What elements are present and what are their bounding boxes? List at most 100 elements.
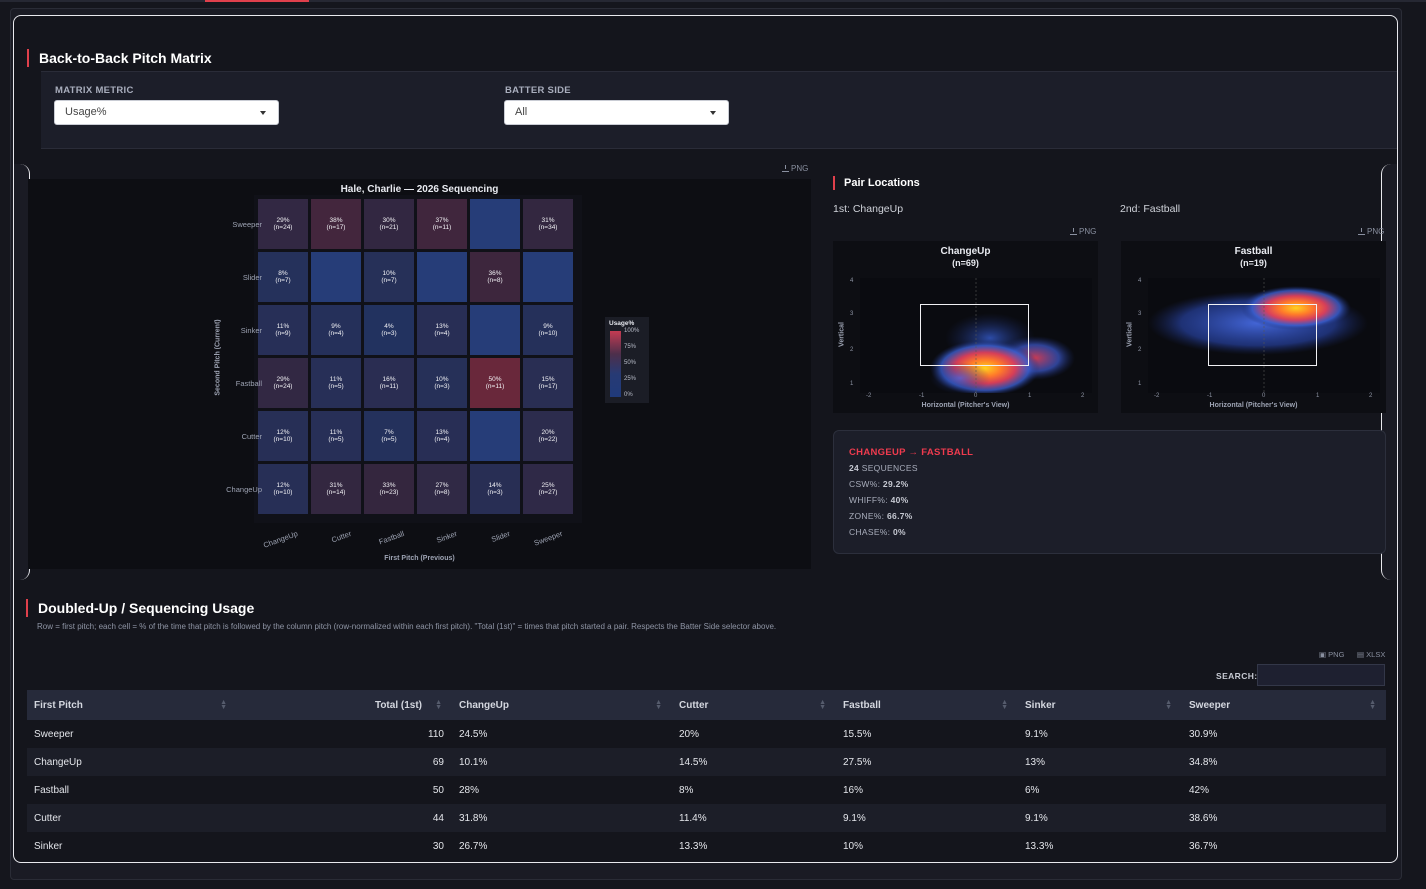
colorbar-tick: 25% — [624, 376, 637, 382]
cell-percent: 11% — [329, 429, 343, 436]
table-cell: 38.6% — [1189, 812, 1218, 824]
heatmap-x-tick: Fastball — [377, 529, 406, 547]
first-pitch-cell: Sweeper — [34, 728, 74, 740]
chase-stat: CHASE%: 0% — [849, 527, 906, 537]
cell-percent: 8% — [278, 270, 288, 277]
cell-count: (n=23) — [379, 489, 399, 496]
plot1-x-axis-label: Horizontal (Pitcher's View) — [921, 402, 1010, 409]
strike-zone — [1208, 304, 1317, 366]
cell-count: (n=3) — [434, 383, 450, 390]
cell-count: (n=4) — [434, 330, 450, 337]
heatmap-png-button[interactable]: PNG — [782, 164, 808, 173]
plot2-title: Fastball — [1234, 246, 1273, 257]
heatmap-cell: 30% (n=21) — [364, 199, 414, 249]
plot2-png-button[interactable]: PNG — [1358, 227, 1384, 236]
sort-icon: ▲ ▼ — [1001, 699, 1008, 711]
table-cell: 16% — [843, 784, 864, 796]
table-cell: 13.3% — [1025, 840, 1054, 852]
second-pitch-label: 2nd: Fastball — [1120, 203, 1181, 215]
table-row[interactable]: Cutter 44 31.8% 11.4% 9.1% 9.1% 38.6% — [27, 804, 1386, 832]
heatmap-cell: 29% (n=24) — [258, 199, 308, 249]
col-total[interactable]: Total (1st) ▲ ▼ — [237, 690, 452, 720]
x-tick: -1 — [919, 393, 925, 399]
chevron-down-icon — [260, 111, 266, 115]
cell-percent: 16% — [382, 376, 396, 383]
heatmap-x-tick: Cutter — [329, 529, 353, 545]
pair-stats-card: CHANGEUP → FASTBALL 24 SEQUENCES CSW%: 2… — [833, 430, 1386, 554]
table-cell: 27.5% — [843, 756, 872, 768]
cell-percent: 10% — [382, 270, 396, 277]
table-cell: 30.9% — [1189, 728, 1218, 740]
heatmap-cell — [417, 252, 467, 302]
y-tick: 2 — [1138, 347, 1142, 353]
table-cell: 24.5% — [459, 728, 488, 740]
csw-stat: CSW%: 29.2% — [849, 479, 909, 489]
table-cell: 9.1% — [843, 812, 866, 824]
table-row[interactable]: ChangeUp 69 10.1% 14.5% 27.5% 13% 34.8% — [27, 748, 1386, 776]
heatmap-cell — [470, 305, 520, 355]
table-cell: 13% — [1025, 756, 1046, 768]
table-search-input[interactable] — [1257, 664, 1385, 686]
sequencing-heatmap: Hale, Charlie — 2026 Sequencing 29% (n=24… — [28, 179, 811, 569]
cell-percent: 12% — [276, 482, 290, 489]
table-cell: 110 — [428, 728, 444, 740]
cell-percent: 36% — [488, 270, 502, 277]
cell-percent: 37% — [435, 217, 449, 224]
file-icon: ▤ — [1357, 650, 1367, 659]
col-first-pitch[interactable]: First Pitch ▲ ▼ — [27, 690, 237, 720]
table-row[interactable]: Sweeper 110 24.5% 20% 15.5% 9.1% 30.9% — [27, 720, 1386, 748]
cell-percent: 38% — [329, 217, 343, 224]
y-tick: 3 — [1138, 311, 1142, 317]
usage-xlsx-button[interactable]: ▤ XLSX — [1357, 650, 1385, 659]
table-cell: 34.8% — [1189, 756, 1218, 768]
first-pitch-cell: ChangeUp — [34, 756, 82, 768]
first-pitch-label: 1st: ChangeUp — [833, 203, 904, 215]
x-tick: 1 — [1316, 393, 1320, 399]
usage-png-button[interactable]: ▣ PNG — [1319, 650, 1344, 659]
cell-count: (n=11) — [379, 383, 399, 390]
colorbar-tick: 50% — [624, 360, 637, 366]
col-sinker[interactable]: Sinker ▲ ▼ — [1018, 690, 1182, 720]
plot1-title: ChangeUp — [940, 246, 991, 257]
heatmap-cell: 16% (n=11) — [364, 358, 414, 408]
heatmap-cell: 7% (n=5) — [364, 411, 414, 461]
changeup-location-plot: ChangeUp (n=69) 4 3 2 1 -2 -1 0 1 2 Hori… — [833, 241, 1098, 413]
matrix-metric-label: MATRIX METRIC — [55, 85, 134, 96]
col-sweeper[interactable]: Sweeper ▲ ▼ — [1182, 690, 1386, 720]
cell-percent: 50% — [488, 376, 502, 383]
cell-count: (n=5) — [328, 383, 344, 390]
x-tick: 0 — [1262, 393, 1266, 399]
colorbar-title: Usage% — [609, 320, 635, 327]
col-changeup[interactable]: ChangeUp ▲ ▼ — [452, 690, 672, 720]
cell-count: (n=10) — [273, 489, 293, 496]
table-row[interactable]: Fastball 50 28% 8% 16% 6% 42% — [27, 776, 1386, 804]
plot1-png-button[interactable]: PNG — [1070, 227, 1096, 236]
table-cell: 14.5% — [679, 756, 708, 768]
cell-count: (n=5) — [381, 436, 397, 443]
cell-count: (n=4) — [434, 436, 450, 443]
colorbar-gradient — [610, 331, 621, 397]
cell-percent: 9% — [331, 323, 341, 330]
heatmap-cell — [470, 199, 520, 249]
heatmap-cell: 10% (n=7) — [364, 252, 414, 302]
cell-count: (n=27) — [538, 489, 558, 496]
heatmap-cell: 4% (n=3) — [364, 305, 414, 355]
table-row[interactable]: Sinker 30 26.7% 13.3% 10% 13.3% 36.7% — [27, 832, 1386, 860]
cell-count: (n=17) — [326, 224, 346, 231]
table-cell: 9.1% — [1025, 728, 1048, 740]
table-cell: 9.1% — [1025, 812, 1048, 824]
table-cell: 20% — [679, 728, 700, 740]
table-cell: 69 — [432, 756, 444, 768]
heatmap-x-tick: Sweeper — [533, 529, 565, 548]
matrix-metric-select[interactable]: Usage% — [54, 100, 279, 125]
batter-side-select[interactable]: All — [504, 100, 729, 125]
y-tick: 4 — [850, 278, 854, 284]
cell-percent: 29% — [276, 217, 290, 224]
usage-description: Row = first pitch; each cell = % of the … — [37, 622, 777, 631]
heatmap-y-tick: Sinker — [240, 326, 262, 335]
cell-percent: 10% — [435, 376, 449, 383]
x-tick: -2 — [1154, 393, 1160, 399]
table-cell: 50 — [432, 784, 444, 796]
col-cutter[interactable]: Cutter ▲ ▼ — [672, 690, 836, 720]
col-fastball[interactable]: Fastball ▲ ▼ — [836, 690, 1018, 720]
